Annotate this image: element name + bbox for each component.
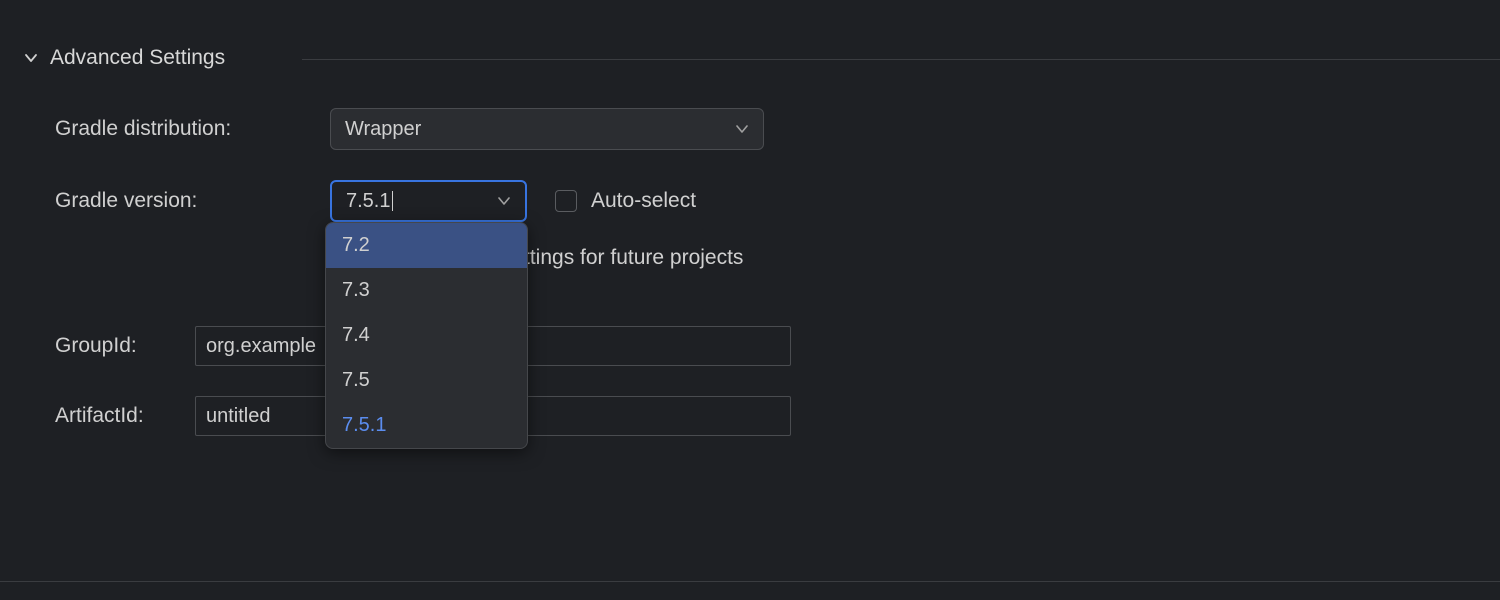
version-option[interactable]: 7.3 <box>326 268 527 313</box>
artifact-id-label: ArtifactId: <box>55 404 195 428</box>
version-option[interactable]: 7.4 <box>326 313 527 358</box>
remember-settings-label: ttings for future projects <box>524 246 743 270</box>
gradle-distribution-label: Gradle distribution: <box>55 117 330 141</box>
gradle-version-label: Gradle version: <box>55 189 330 213</box>
divider <box>302 59 1500 60</box>
version-option[interactable]: 7.5.1 <box>326 403 527 448</box>
chevron-down-icon <box>735 122 749 136</box>
divider <box>0 581 1500 582</box>
gradle-version-options: 7.2 7.3 7.4 7.5 7.5.1 <box>325 222 528 449</box>
gradle-version-row: Gradle version: 7.5.1 Auto-select <box>55 180 696 222</box>
version-option[interactable]: 7.5 <box>326 358 527 403</box>
auto-select-checkbox[interactable] <box>555 190 577 212</box>
version-option[interactable]: 7.2 <box>326 223 527 268</box>
gradle-distribution-dropdown[interactable]: Wrapper <box>330 108 764 150</box>
auto-select-group: Auto-select <box>555 189 696 213</box>
section-title: Advanced Settings <box>50 46 225 70</box>
gradle-distribution-row: Gradle distribution: Wrapper <box>55 108 764 150</box>
gradle-version-value: 7.5.1 <box>346 190 393 213</box>
chevron-down-icon <box>497 194 511 208</box>
advanced-settings-header[interactable]: Advanced Settings <box>24 46 225 70</box>
chevron-down-icon <box>24 51 38 65</box>
gradle-version-dropdown[interactable]: 7.5.1 <box>330 180 527 222</box>
group-id-label: GroupId: <box>55 334 195 358</box>
auto-select-label: Auto-select <box>591 189 696 213</box>
gradle-distribution-value: Wrapper <box>345 118 421 141</box>
